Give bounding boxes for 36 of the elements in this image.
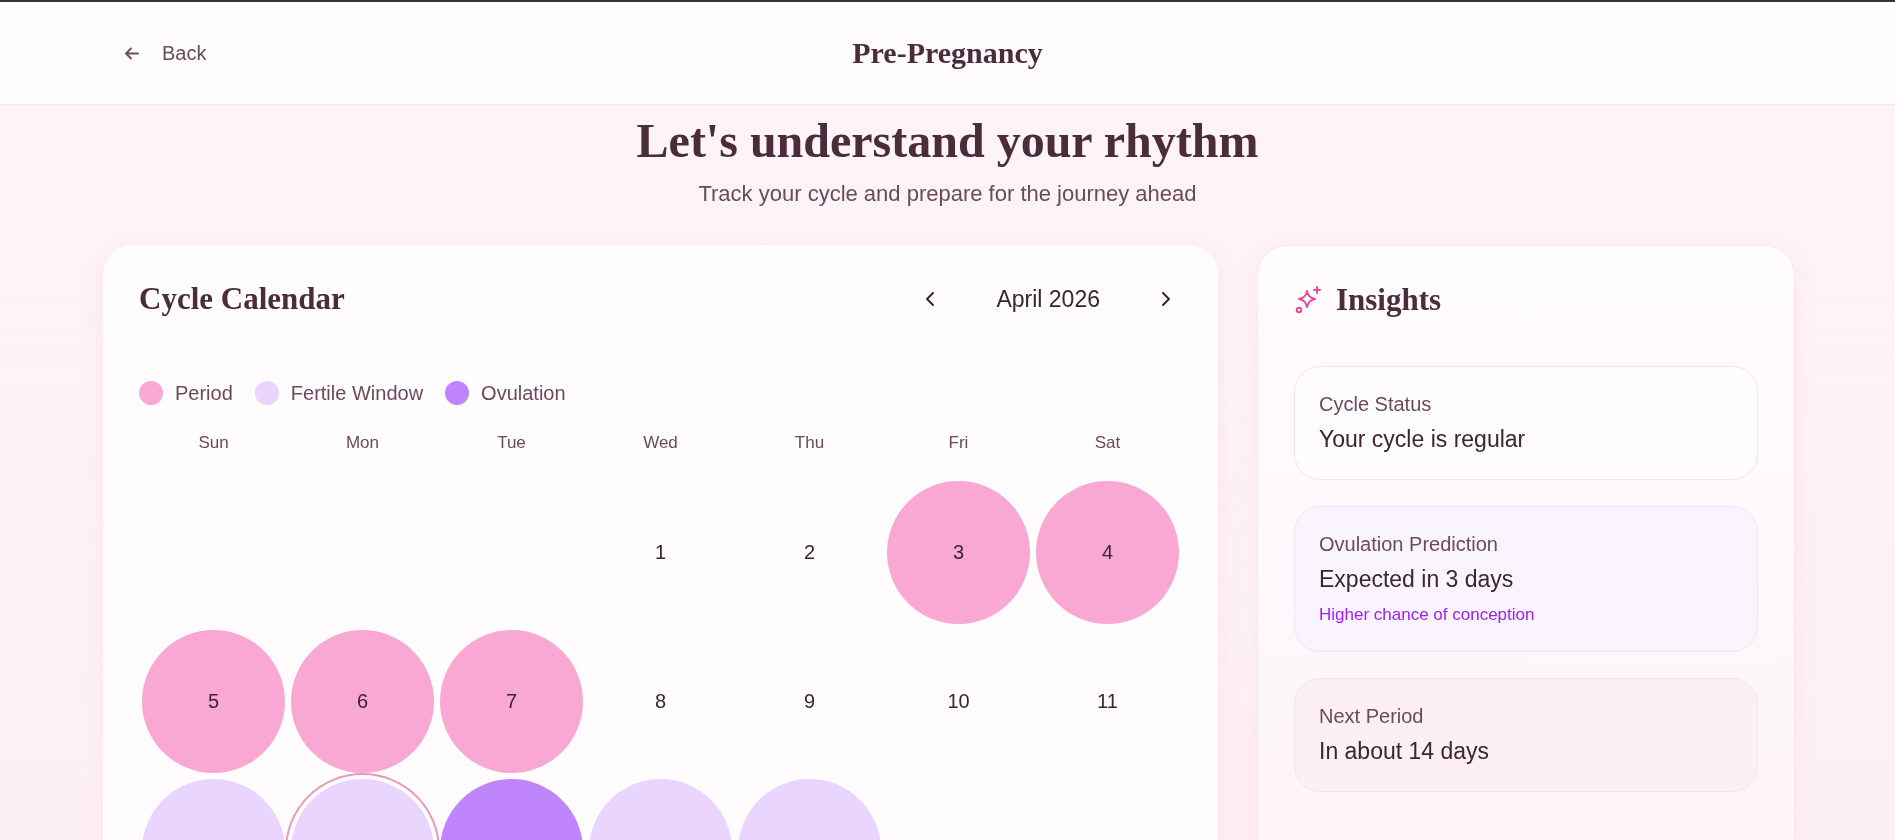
calendar-day[interactable]: 8 xyxy=(589,630,732,773)
calendar-day[interactable]: 7 xyxy=(440,630,583,773)
calendar-day[interactable]: 6 xyxy=(291,630,434,773)
calendar-day[interactable]: 1 xyxy=(589,481,732,624)
calendar-day[interactable]: 9 xyxy=(738,630,881,773)
insights-title: Insights xyxy=(1336,282,1442,318)
calendar-day[interactable]: 5 xyxy=(142,630,285,773)
insight-label: Cycle Status xyxy=(1319,393,1433,416)
legend-label: Period xyxy=(175,381,233,405)
insight-note: Higher chance of conception xyxy=(1319,605,1536,625)
weekday-label: Tue xyxy=(496,433,527,453)
insight-value: Your cycle is regular xyxy=(1319,426,1527,453)
hero-subtitle: Track your cycle and prepare for the journey ahead xyxy=(697,181,1198,207)
weekday-label: Thu xyxy=(793,433,826,453)
back-button[interactable]: Back xyxy=(118,37,211,69)
weekday-label: Wed xyxy=(642,433,679,453)
weekday-label: Fri xyxy=(947,433,970,453)
legend-label: Fertile Window xyxy=(290,381,424,405)
calendar-day[interactable]: 11 xyxy=(1036,630,1179,773)
calendar-day[interactable]: 4 xyxy=(1036,481,1179,624)
calendar-title: Cycle Calendar xyxy=(139,281,345,317)
insight-value: In about 14 days xyxy=(1319,738,1491,765)
calendar-day[interactable]: 10 xyxy=(887,630,1030,773)
insight-value: Expected in 3 days xyxy=(1319,566,1515,593)
page-title: Pre-Pregnancy xyxy=(852,36,1043,70)
calendar-day[interactable]: 3 xyxy=(887,481,1030,624)
insight-label: Next Period xyxy=(1319,705,1425,728)
hero-title: Let's understand your rhythm xyxy=(635,113,1260,169)
calendar-day[interactable]: 2 xyxy=(738,481,881,624)
insight-label: Ovulation Prediction xyxy=(1319,533,1499,556)
weekday-label: Sat xyxy=(1093,433,1122,453)
sparkles-icon xyxy=(1294,285,1324,315)
weekday-label: Sun xyxy=(197,433,230,453)
legend-label: Ovulation xyxy=(481,381,566,405)
month-label: April 2026 xyxy=(996,285,1100,313)
weekday-label: Mon xyxy=(344,433,381,453)
